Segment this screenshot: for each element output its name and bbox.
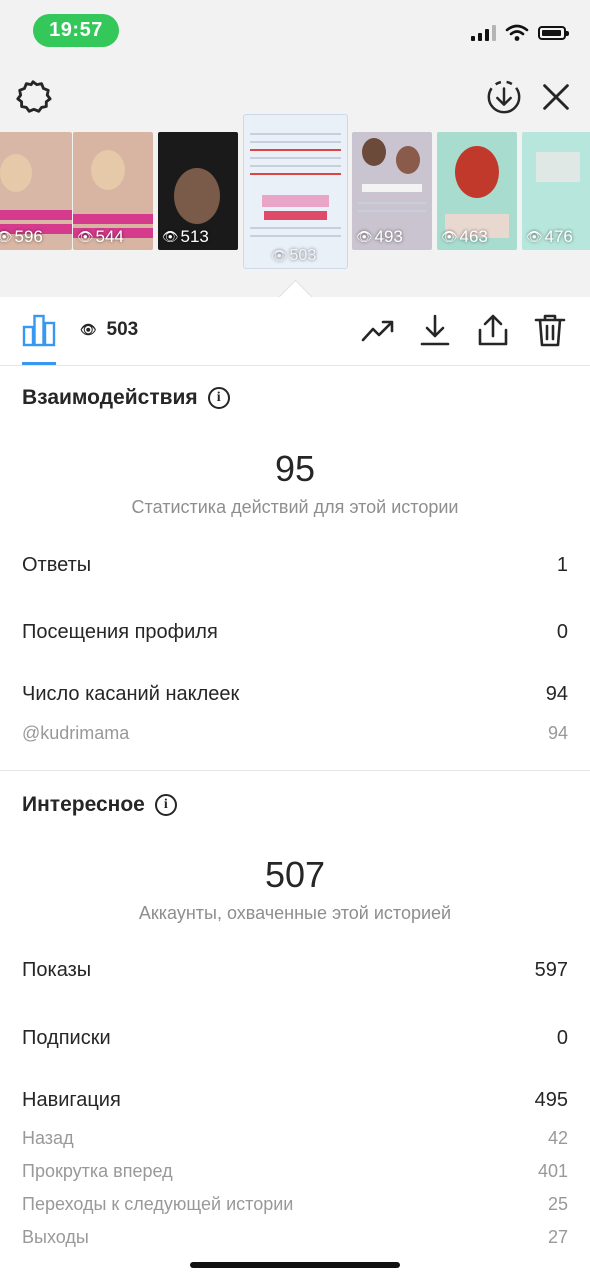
bar-chart-icon[interactable] <box>22 313 56 347</box>
stat-row-follows: Подписки 0 <box>22 1027 568 1050</box>
story-views: 596 <box>14 227 43 246</box>
story-views: 513 <box>180 227 209 246</box>
stat-subrow-back: Назад 42 <box>22 1128 568 1149</box>
interactions-section: Взаимодействия i <box>22 386 230 410</box>
share-icon[interactable] <box>475 312 511 348</box>
stat-label: Показы <box>22 959 92 981</box>
story-views: 544 <box>95 227 124 246</box>
eye-icon: 👁 <box>0 229 13 244</box>
eye-icon: 👁 <box>526 229 543 244</box>
signal-icon <box>471 25 496 41</box>
story-thumb-selected[interactable]: 👁 503 <box>244 115 347 268</box>
stat-value: 597 <box>534 959 568 981</box>
eye-icon: 👁 <box>77 229 94 244</box>
stat-value: 0 <box>556 1027 568 1049</box>
stat-row-replies: Ответы 1 <box>22 554 568 577</box>
stat-label: Навигация <box>22 1089 121 1111</box>
views-value: 503 <box>106 319 139 340</box>
stat-label: Переходы к следующей истории <box>22 1194 294 1214</box>
stat-value: 27 <box>547 1227 568 1247</box>
home-indicator[interactable] <box>190 1262 400 1268</box>
status-time: 19:57 <box>33 14 119 47</box>
status-icons <box>471 22 569 44</box>
stat-label: Выходы <box>22 1227 89 1247</box>
story-thumb-2[interactable]: 👁 544 <box>73 132 153 250</box>
discovery-caption: Аккаунты, охваченные этой историей <box>138 903 452 923</box>
stat-row-impressions: Показы 597 <box>22 959 568 982</box>
stat-row-sticker-taps: Число касаний наклеек 94 <box>22 683 568 706</box>
stat-label: Прокрутка вперед <box>22 1161 173 1181</box>
eye-icon: 👁 <box>162 229 179 244</box>
story-views: 463 <box>459 227 488 246</box>
stat-value: 0 <box>556 621 568 643</box>
story-views: 503 <box>289 247 317 264</box>
download-circle-icon[interactable] <box>485 78 523 116</box>
stat-value: 42 <box>547 1128 568 1148</box>
stat-subrow-next-story: Переходы к следующей истории 25 <box>22 1194 568 1215</box>
eye-icon: 👁 <box>356 229 373 244</box>
interactions-caption: Статистика действий для этой истории <box>131 497 459 517</box>
stat-label: Подписки <box>22 1027 111 1049</box>
wifi-icon <box>505 24 529 41</box>
stats-toolbar: 👁 503 <box>0 297 590 366</box>
trend-icon[interactable] <box>360 312 396 348</box>
story-views: 493 <box>374 227 403 246</box>
tab-underline <box>22 362 56 365</box>
close-icon[interactable] <box>537 78 575 116</box>
download-icon[interactable] <box>417 312 453 348</box>
story-thumb-3[interactable]: 👁 513 <box>158 132 238 250</box>
views-count: 👁 503 <box>80 319 138 341</box>
stat-value: 94 <box>547 723 568 743</box>
discovery-total: 507 <box>264 854 326 895</box>
interactions-total: 95 <box>274 448 316 489</box>
stat-label: Число касаний наклеек <box>22 683 240 705</box>
stat-subrow-exits: Выходы 27 <box>22 1227 568 1248</box>
info-icon[interactable]: i <box>154 794 177 816</box>
stat-row-profile-visits: Посещения профиля 0 <box>22 621 568 644</box>
stat-label: @kudrimama <box>22 723 130 743</box>
stat-value: 94 <box>545 683 568 705</box>
battery-icon <box>538 26 569 40</box>
info-icon[interactable]: i <box>207 387 230 409</box>
stat-value: 401 <box>537 1161 568 1181</box>
story-thumb-7[interactable]: 👁 476 <box>522 132 590 250</box>
story-thumb-5[interactable]: 👁 493 <box>352 132 432 250</box>
section-divider <box>0 770 590 771</box>
story-views: 476 <box>544 227 573 246</box>
stat-value: 1 <box>556 554 568 576</box>
stat-row-navigation: Навигация 495 <box>22 1089 568 1112</box>
discovery-section: Интересное i <box>22 793 177 817</box>
eye-icon: 👁 <box>271 248 288 263</box>
story-thumbnails: 👁 596 👁 544 👁 513 👁 503 👁 493 👁 463 👁 476 <box>0 115 590 275</box>
stat-label: Назад <box>22 1128 74 1148</box>
stat-subrow-mention: @kudrimama 94 <box>22 723 568 744</box>
trash-icon[interactable] <box>532 312 568 348</box>
eye-icon: 👁 <box>441 229 458 244</box>
gear-icon[interactable] <box>14 78 52 116</box>
story-thumb-6[interactable]: 👁 463 <box>437 132 517 250</box>
stat-label: Посещения профиля <box>22 621 218 643</box>
stat-subrow-forward: Прокрутка вперед 401 <box>22 1161 568 1182</box>
eye-icon: 👁 <box>80 322 97 337</box>
stat-value: 25 <box>547 1194 568 1214</box>
stat-value: 495 <box>534 1089 568 1111</box>
stat-label: Ответы <box>22 554 92 576</box>
discovery-title: Интересное <box>22 793 145 816</box>
interactions-title: Взаимодействия <box>22 386 198 409</box>
story-thumb-1[interactable]: 👁 596 <box>0 132 72 250</box>
